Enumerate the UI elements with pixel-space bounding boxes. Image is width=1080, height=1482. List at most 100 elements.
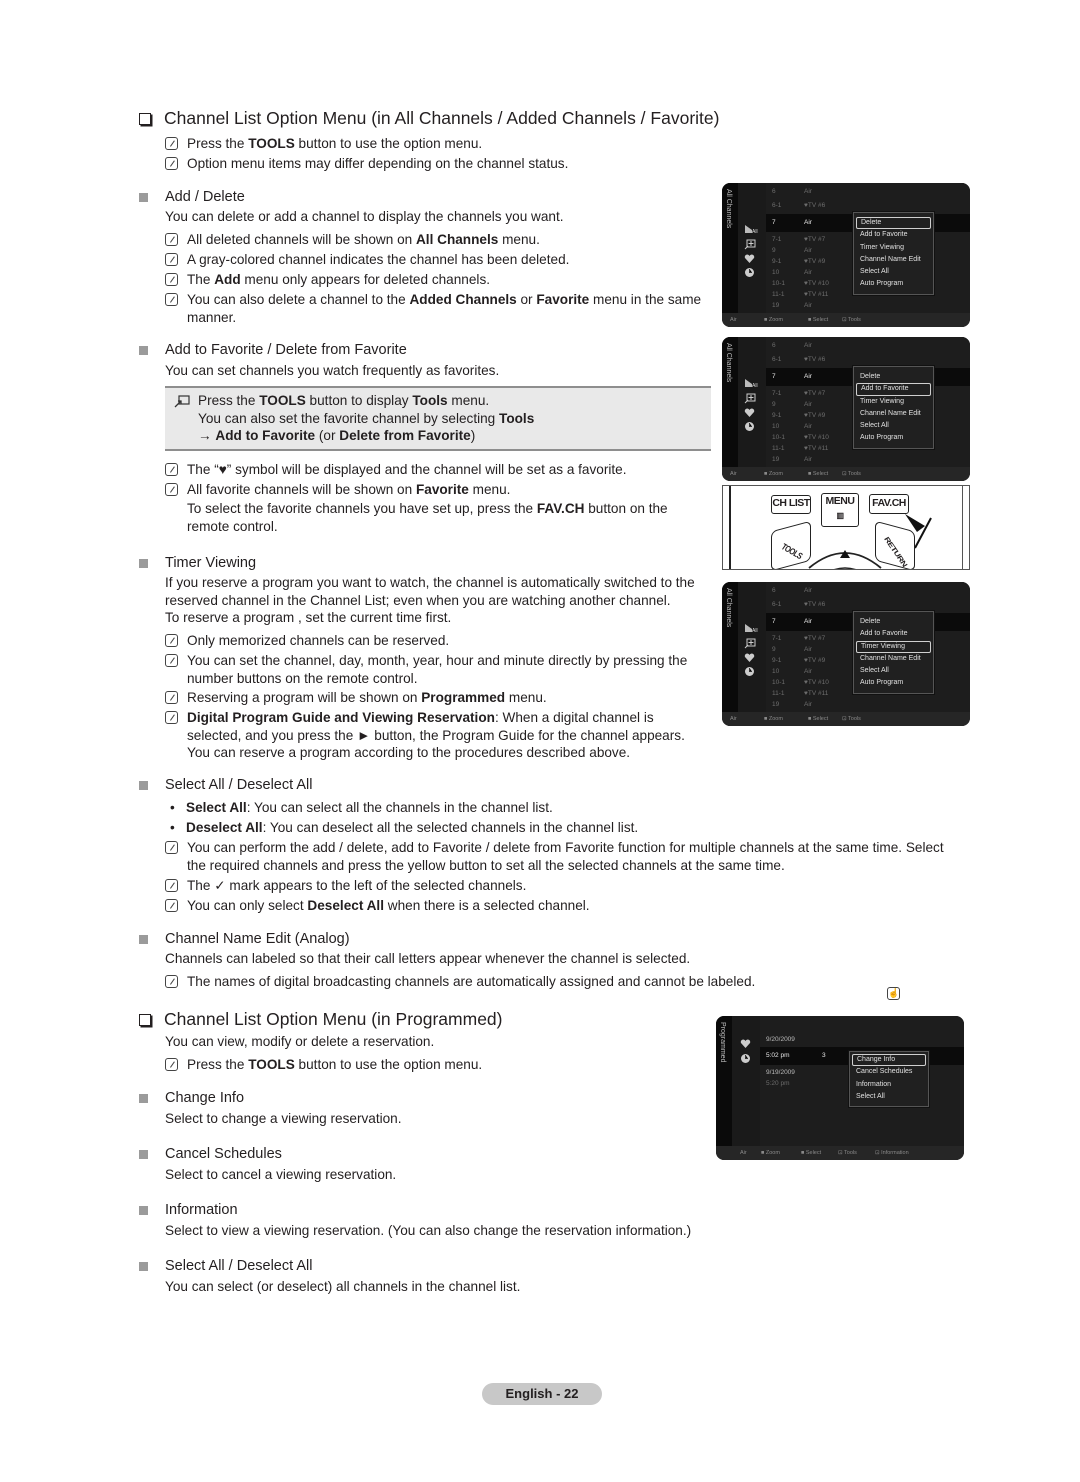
section-title-text: Channel List Option Menu (in All Channel… [164, 108, 720, 128]
bullet-select-all: • Select All: You can select all the chan… [170, 800, 553, 815]
tools-icon [174, 395, 190, 408]
channel-number: 7-1 [772, 236, 782, 243]
square-bullet-icon [139, 934, 148, 944]
heading-select-all-programmed: Select All / Deselect All [139, 1258, 313, 1274]
channel-number: 9 [772, 247, 776, 254]
menu-item[interactable]: Add to Favorite [856, 229, 931, 241]
note: You can set the channel, day, month, yea… [165, 652, 687, 687]
channel-name: ♥TV #10 [804, 280, 829, 287]
note: Reserving a program will be shown on Pro… [165, 689, 547, 707]
menu-item[interactable]: Auto Program [856, 278, 931, 290]
menu-item[interactable]: Add to Favorite [856, 628, 931, 640]
menu-item[interactable]: Cancel Schedules [852, 1066, 926, 1078]
tools-option-menu: Delete Add to Favorite Timer Viewing Channe… [853, 366, 934, 449]
footer-hint: Air [730, 716, 737, 722]
menu-item[interactable]: Select All [856, 420, 931, 432]
channel-number: 10-1 [772, 280, 786, 287]
menu-item[interactable]: Select All [856, 266, 931, 278]
schedule-row: 9/20/2009 [760, 1034, 964, 1045]
tv-side-label: All Channels [725, 588, 732, 628]
channel-number: 11-1 [772, 291, 785, 298]
note: You can also delete a channel to the Add… [165, 291, 715, 326]
menu-item[interactable]: Select All [856, 665, 931, 677]
channel-name: Air [804, 618, 812, 625]
all-channels-icon: All [744, 221, 758, 235]
menu-item[interactable]: Timer Viewing [856, 640, 931, 653]
menu-item[interactable]: Auto Program [856, 432, 931, 444]
menu-item[interactable]: Channel Name Edit [856, 653, 931, 665]
note-icon [165, 157, 178, 170]
channel-name: ♥TV #9 [804, 657, 826, 664]
menu-item[interactable]: Change Info [852, 1054, 926, 1067]
schedule-datetime: 9/19/2009 [766, 1069, 795, 1076]
tools-tip-box: Press the TOOLS button to display Tools … [165, 386, 711, 451]
menu-item[interactable]: Select All [852, 1091, 926, 1103]
footer-hint: Air [730, 317, 737, 323]
all-channels-icon: All [744, 620, 758, 634]
menu-item[interactable]: Channel Name Edit [856, 408, 931, 420]
select-all-programmed-desc: You can select (or deselect) all channel… [165, 1279, 521, 1294]
note-icon [165, 879, 178, 892]
square-bullet-icon [139, 192, 148, 202]
favorite-heart-icon [744, 650, 755, 662]
note: You can perform the add / delete, add to… [165, 839, 965, 874]
tip-line-3: → Add to Favorite (or Delete from Favori… [198, 428, 476, 443]
channel-name: Air [804, 701, 812, 708]
bullet-deselect-all: • Deselect All: You can deselect all the … [170, 820, 639, 835]
programmed-clock-icon [744, 664, 754, 676]
note: All favorite channels will be shown on F… [165, 481, 510, 499]
note-icon [165, 253, 178, 266]
footer-hint: ⊡ Information [875, 1150, 909, 1156]
favorite-heart-icon [740, 1036, 751, 1048]
menu-item[interactable]: Channel Name Edit [856, 254, 931, 266]
svg-text:All: All [752, 229, 758, 234]
tip-line-1: Press the TOOLS button to display Tools … [198, 393, 490, 408]
section-title-programmed: Channel List Option Menu (in Programmed) [139, 1009, 503, 1030]
tv-footer: Air ■ Zoom ■ Select ⊡ Tools ⊡ Information [716, 1146, 964, 1160]
menu-item[interactable]: Auto Program [856, 677, 931, 689]
square-bullet-icon [139, 1093, 148, 1103]
note: You can only select Deselect All when th… [165, 897, 590, 915]
tv-screen-timer-viewing: All Channels All 6 Air 6-1 ♥TV #6 7 Air 7-1 ♥TV #… [722, 582, 970, 726]
menu-item[interactable]: Information [852, 1079, 926, 1091]
name-edit-desc: Channels can labeled so that their call … [165, 951, 691, 966]
channel-name: Air [804, 188, 812, 195]
note: Digital Program Guide and Viewing Reserv… [165, 709, 685, 762]
heading-select-all: Select All / Deselect All [139, 777, 313, 793]
tv-side-label: All Channels [725, 189, 732, 229]
svg-text:All: All [752, 383, 758, 388]
menu-item[interactable]: Timer Viewing [856, 242, 931, 254]
tv-footer: Air ■ Zoom ■ Select ⊡ Tools [722, 712, 970, 726]
note-icon [165, 654, 178, 667]
note-icon [165, 1058, 178, 1071]
channel-number: 6 [772, 342, 776, 349]
channel-row: 6 Air [766, 186, 970, 197]
menu-item[interactable]: Timer Viewing [856, 396, 931, 408]
svg-text:All: All [752, 628, 758, 633]
remote-control-illustration: CH LIST MENU ▥ FAV.CH TOOLS RETURN [722, 485, 970, 570]
menu-item[interactable]: Delete [856, 217, 931, 230]
tv-side-tab: All Channels [722, 183, 738, 313]
channel-number: 6-1 [772, 202, 782, 209]
menu-item[interactable]: Delete [856, 371, 931, 383]
channel-name: ♥TV #7 [804, 236, 826, 243]
channel-number: 19 [772, 456, 780, 463]
heading-channel-name-edit: Channel Name Edit (Analog) [139, 931, 350, 947]
note-icon [165, 634, 178, 647]
note-icon [165, 293, 178, 306]
channel-row: 6-1 ♥TV #6 [766, 599, 970, 610]
channel-number: 6 [772, 188, 776, 195]
square-bullet-icon [139, 1261, 148, 1271]
channel-number: 7 [772, 618, 776, 625]
tools-option-menu: Delete Add to Favorite Timer Viewing Channe… [853, 611, 934, 694]
channel-name: ♥TV #10 [804, 679, 829, 686]
menu-item[interactable]: Delete [856, 616, 931, 628]
channel-name: ♥TV #10 [804, 434, 829, 441]
channel-name: Air [804, 342, 812, 349]
channel-row: 6-1 ♥TV #6 [766, 200, 970, 211]
favorite-heart-icon [744, 405, 755, 417]
menu-item[interactable]: Add to Favorite [856, 383, 931, 396]
channel-name: ♥TV #11 [804, 690, 829, 697]
tv-side-tab: Programmed [716, 1016, 732, 1146]
channel-row: 6 Air [766, 585, 970, 596]
